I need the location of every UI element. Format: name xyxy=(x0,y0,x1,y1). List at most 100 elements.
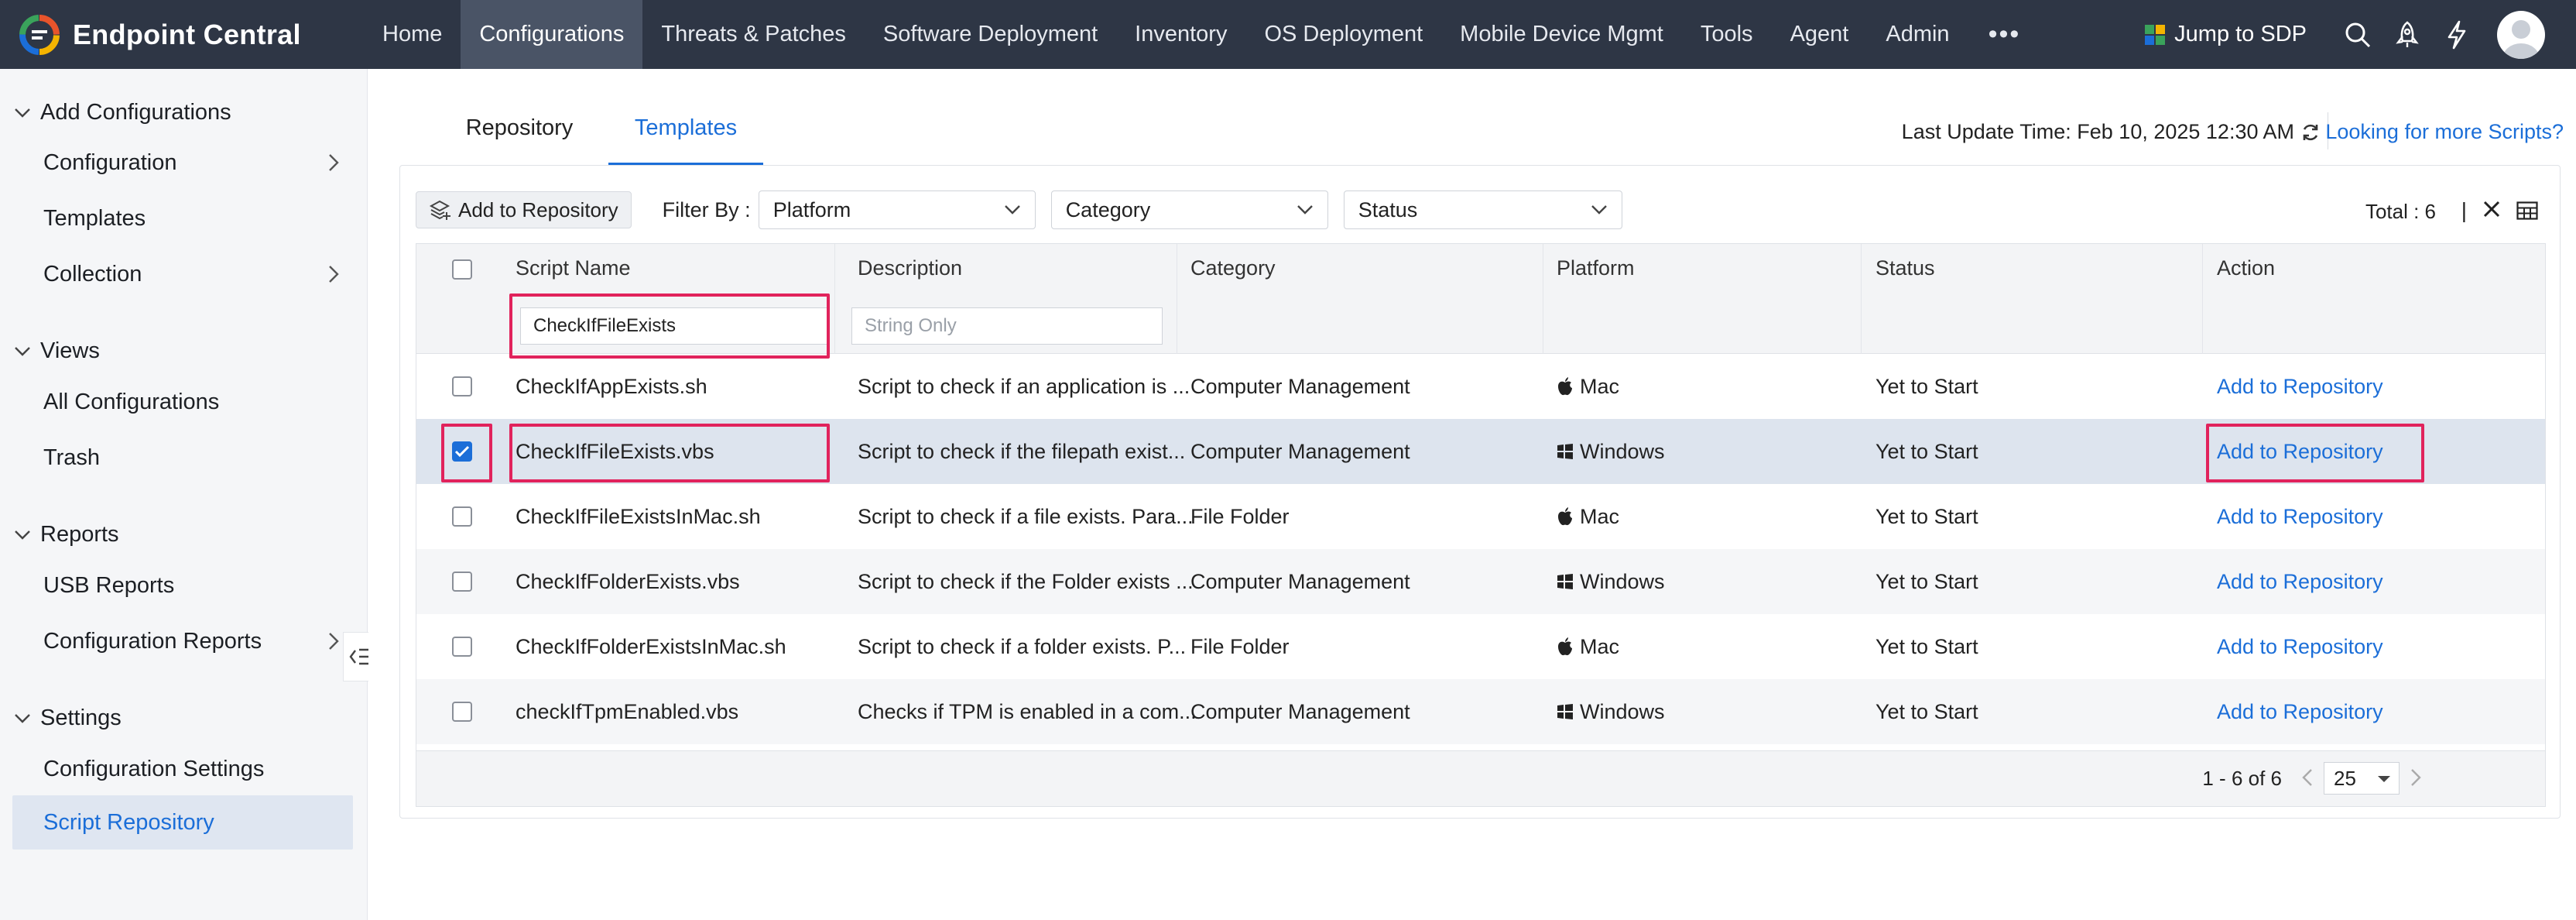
script-status: Yet to Start xyxy=(1875,569,1978,593)
sidebar-item-trash[interactable]: Trash xyxy=(12,431,353,485)
script-category: File Folder xyxy=(1190,634,1290,658)
sidebar-item-script-repository[interactable]: Script Repository xyxy=(12,795,353,850)
section-add-configurations[interactable]: Add Configurations xyxy=(14,100,231,125)
select-value: Platform xyxy=(772,197,851,221)
row-checkbox[interactable] xyxy=(452,572,472,592)
script-description: Script to check if an application is ... xyxy=(858,374,1190,398)
script-status: Yet to Start xyxy=(1875,374,1978,398)
page-size-select[interactable]: 25 xyxy=(2324,762,2400,795)
sidebar-item-usb-reports[interactable]: USB Reports xyxy=(12,558,353,613)
table-row[interactable]: CheckIfAppExists.sh Script to check if a… xyxy=(416,354,2545,419)
row-checkbox[interactable] xyxy=(452,702,472,722)
row-checkbox[interactable] xyxy=(452,637,472,657)
platform-label: Mac xyxy=(1580,504,1620,528)
sidebar-item-configuration-reports[interactable]: Configuration Reports xyxy=(12,614,353,668)
section-views[interactable]: Views xyxy=(14,338,100,364)
script-description: Script to check if a folder exists. P... xyxy=(858,634,1187,658)
nav-threats-patches[interactable]: Threats & Patches xyxy=(642,0,865,69)
tab-templates[interactable]: Templates xyxy=(608,115,763,165)
select-all-checkbox[interactable] xyxy=(452,259,472,280)
column-header-category[interactable]: Category xyxy=(1190,256,1276,354)
description-filter-input[interactable]: String Only xyxy=(851,307,1163,345)
windows-icon xyxy=(1557,703,1574,720)
endpoint-central-logo-icon xyxy=(19,14,60,55)
add-to-repository-button[interactable]: Add to Repository xyxy=(416,191,632,228)
sidebar-item-collection[interactable]: Collection xyxy=(12,247,353,301)
table-row[interactable]: CheckIfFileExistsInMac.sh Script to chec… xyxy=(416,484,2545,549)
nav-mobile-device-mgmt[interactable]: Mobile Device Mgmt xyxy=(1441,0,1682,69)
section-label: Views xyxy=(40,338,100,363)
script-description: Script to check if the filepath exist... xyxy=(858,439,1186,463)
chevron-left-icon[interactable] xyxy=(2302,768,2313,787)
status-filter-select[interactable]: Status xyxy=(1343,191,1622,229)
column-header-platform[interactable]: Platform xyxy=(1557,256,1635,354)
script-category: Computer Management xyxy=(1190,569,1410,593)
platform-label: Mac xyxy=(1580,374,1620,398)
script-name: CheckIfFolderExistsInMac.sh xyxy=(516,634,786,658)
highlight-box xyxy=(509,294,830,359)
lightning-icon[interactable] xyxy=(2432,0,2482,69)
column-divider xyxy=(2202,244,2203,354)
add-to-repository-link[interactable]: Add to Repository xyxy=(2217,354,2383,419)
add-to-repository-link[interactable]: Add to Repository xyxy=(2217,549,2383,614)
nav-agent[interactable]: Agent xyxy=(1772,0,1868,69)
refresh-icon[interactable] xyxy=(2300,122,2321,142)
table-row[interactable]: CheckIfFolderExists.vbs Script to check … xyxy=(416,549,2545,614)
add-to-repository-link[interactable]: Add to Repository xyxy=(2217,484,2383,549)
nav-tools[interactable]: Tools xyxy=(1682,0,1772,69)
sidebar-item-all-configurations[interactable]: All Configurations xyxy=(12,375,353,429)
section-reports[interactable]: Reports xyxy=(14,522,119,548)
rocket-icon[interactable] xyxy=(2382,0,2432,69)
sidebar-item-configuration[interactable]: Configuration xyxy=(12,136,353,190)
add-to-repository-link[interactable]: Add to Repository xyxy=(2217,614,2383,679)
chevron-right-icon[interactable] xyxy=(2410,768,2421,787)
nav-admin[interactable]: Admin xyxy=(1867,0,1968,69)
script-platform: Mac xyxy=(1557,484,1619,549)
section-settings[interactable]: Settings xyxy=(14,705,122,731)
sidebar-item-configuration-settings[interactable]: Configuration Settings xyxy=(12,742,353,796)
script-name: CheckIfFileExistsInMac.sh xyxy=(516,504,761,528)
chevron-right-icon xyxy=(329,633,339,650)
table-row[interactable]: checkIfTpmEnabled.vbs Checks if TPM is e… xyxy=(416,679,2545,744)
looking-for-more-scripts-link[interactable]: Looking for more Scripts? xyxy=(2325,120,2564,144)
platform-label: Windows xyxy=(1580,699,1665,723)
tab-repository[interactable]: Repository xyxy=(430,115,608,165)
column-header-status[interactable]: Status xyxy=(1875,256,1935,354)
category-filter-select[interactable]: Category xyxy=(1050,191,1328,229)
nav-home[interactable]: Home xyxy=(364,0,461,69)
table-row[interactable]: CheckIfFileExists.vbs Script to check if… xyxy=(416,419,2545,484)
chevron-down-icon xyxy=(15,108,30,118)
nav-more-button[interactable]: ••• xyxy=(1968,0,2041,69)
layers-add-icon xyxy=(429,200,450,220)
row-checkbox[interactable] xyxy=(452,376,472,396)
nav-inventory[interactable]: Inventory xyxy=(1116,0,1245,69)
nav-configurations[interactable]: Configurations xyxy=(461,0,643,69)
sidebar: Add Configurations Configuration Templat… xyxy=(0,69,368,920)
script-category: Computer Management xyxy=(1190,374,1410,398)
filter-by-label: Filter By : xyxy=(662,197,751,221)
sidebar-item-label: Collection xyxy=(43,261,142,287)
sidebar-item-templates[interactable]: Templates xyxy=(12,191,353,245)
search-icon[interactable] xyxy=(2333,0,2382,69)
platform-filter-select[interactable]: Platform xyxy=(758,191,1036,229)
brand[interactable]: Endpoint Central xyxy=(0,14,364,56)
user-avatar[interactable] xyxy=(2497,10,2545,59)
nav-os-deployment[interactable]: OS Deployment xyxy=(1245,0,1441,69)
add-to-repository-link[interactable]: Add to Repository xyxy=(2217,679,2383,744)
total-count: Total : 6 xyxy=(2365,200,2436,223)
close-icon[interactable] xyxy=(2482,200,2501,218)
table-row[interactable]: CheckIfFolderExistsInMac.sh Script to ch… xyxy=(416,614,2545,679)
select-value: Category xyxy=(1065,197,1151,221)
brand-name: Endpoint Central xyxy=(73,18,301,50)
nav-software-deployment[interactable]: Software Deployment xyxy=(865,0,1116,69)
script-platform: Mac xyxy=(1557,614,1619,679)
select-value: Status xyxy=(1358,197,1418,221)
column-divider xyxy=(1861,244,1862,354)
last-update-label: Last Update Time: Feb 10, 2025 12:30 AM xyxy=(1901,120,2294,143)
chevron-down-icon xyxy=(1297,205,1313,215)
script-name: CheckIfFolderExists.vbs xyxy=(516,569,740,593)
column-chooser-icon[interactable] xyxy=(2516,201,2538,220)
row-checkbox[interactable] xyxy=(452,506,472,527)
sidebar-item-label: Templates xyxy=(43,205,146,231)
jump-to-sdp-button[interactable]: Jump to SDP xyxy=(2143,22,2307,47)
